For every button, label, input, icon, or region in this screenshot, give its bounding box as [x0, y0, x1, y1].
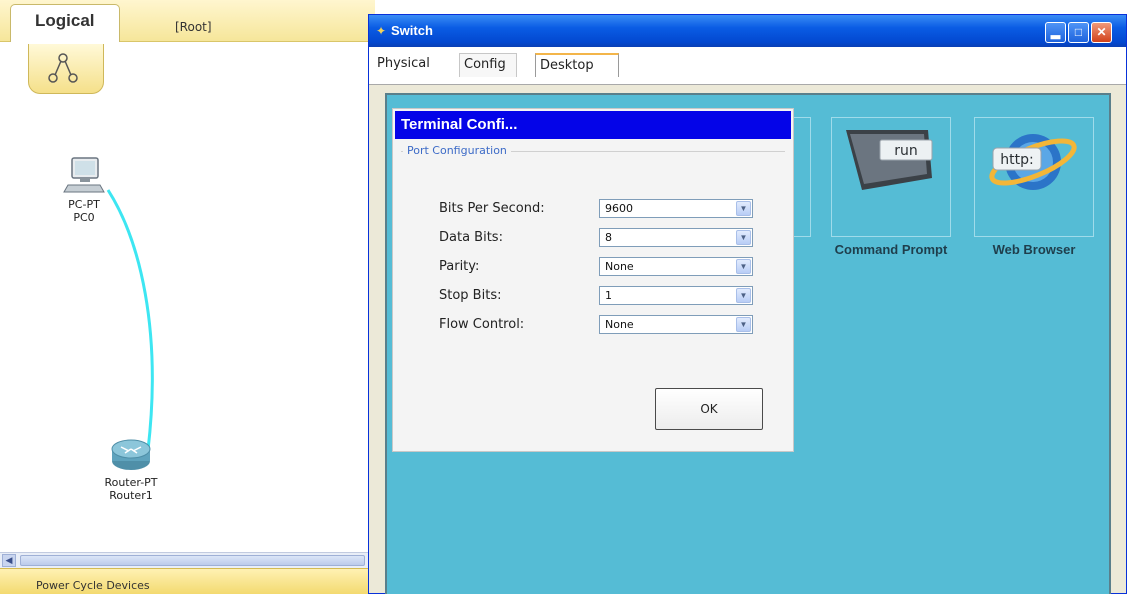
flow-control-select[interactable]: None ▼ — [599, 315, 753, 334]
bits-per-second-value: 9600 — [605, 202, 633, 215]
pc-icon — [63, 157, 105, 193]
dialog-title: Terminal Confi... — [401, 116, 518, 133]
web-browser-icon: http: — [989, 134, 1077, 190]
command-prompt-label[interactable]: Command Prompt — [826, 241, 956, 259]
ok-button[interactable]: OK — [655, 388, 763, 430]
stop-bits-select[interactable]: 1 ▼ — [599, 286, 753, 305]
workspace-statusbar: Power Cycle Devices — [0, 568, 375, 594]
field-bits-per-second: Bits Per Second: 9600 ▼ — [439, 199, 759, 219]
flow-control-value: None — [605, 318, 634, 331]
hidden-app-tile[interactable] — [791, 117, 811, 237]
router-icon — [111, 439, 151, 470]
maximize-icon: □ — [1074, 25, 1083, 39]
device-router1[interactable]: Router-PT Router1 — [95, 437, 167, 502]
data-bits-select[interactable]: 8 ▼ — [599, 228, 753, 247]
stop-bits-label: Stop Bits: — [439, 288, 502, 303]
router-name-label: Router1 — [109, 489, 153, 502]
bits-per-second-label: Bits Per Second: — [439, 201, 545, 216]
chevron-down-icon[interactable]: ▼ — [736, 230, 751, 245]
tab-physical[interactable]: Physical — [373, 53, 445, 77]
tab-config[interactable]: Config — [459, 53, 517, 77]
router-type-label: Router-PT — [104, 476, 158, 489]
tab-desktop[interactable]: Desktop — [535, 53, 619, 77]
parity-label: Parity: — [439, 259, 480, 274]
window-titlebar[interactable]: ✦ Switch ▂ □ ✕ — [369, 15, 1126, 47]
device-pc0[interactable]: PC-PT PC0 — [52, 155, 116, 224]
close-icon: ✕ — [1096, 25, 1107, 39]
field-data-bits: Data Bits: 8 ▼ — [439, 228, 759, 248]
scroll-left-icon[interactable]: ◀ — [2, 554, 16, 567]
flow-control-label: Flow Control: — [439, 317, 525, 332]
window-tabs: Physical Config Desktop — [369, 47, 1126, 85]
command-prompt-app[interactable]: run — [831, 117, 951, 237]
close-button[interactable]: ✕ — [1091, 22, 1112, 43]
scrollbar-thumb[interactable] — [20, 555, 365, 566]
web-browser-app[interactable]: http: — [974, 117, 1094, 237]
bits-per-second-select[interactable]: 9600 ▼ — [599, 199, 753, 218]
data-bits-value: 8 — [605, 231, 612, 244]
web-browser-label[interactable]: Web Browser — [969, 241, 1099, 259]
parity-value: None — [605, 260, 634, 273]
window-title: Switch — [391, 23, 433, 38]
dialog-titlebar[interactable]: Terminal Confi... — [395, 111, 791, 139]
data-bits-label: Data Bits: — [439, 230, 503, 245]
chevron-down-icon[interactable]: ▼ — [736, 201, 751, 216]
chevron-down-icon[interactable]: ▼ — [736, 288, 751, 303]
chevron-down-icon[interactable]: ▼ — [736, 317, 751, 332]
switch-app-icon: ✦ — [376, 24, 387, 38]
field-flow-control: Flow Control: None ▼ — [439, 315, 759, 335]
stop-bits-value: 1 — [605, 289, 612, 302]
minimize-icon: ▂ — [1050, 25, 1061, 39]
power-cycle-devices-button[interactable]: Power Cycle Devices — [36, 579, 150, 592]
chevron-down-icon[interactable]: ▼ — [736, 259, 751, 274]
pc-type-label: PC-PT — [68, 198, 100, 211]
logical-workspace[interactable]: Logical [Root] PC-PT PC0 Router-PT Route… — [0, 0, 375, 594]
command-prompt-icon-text: run — [894, 143, 918, 159]
field-stop-bits: Stop Bits: 1 ▼ — [439, 286, 759, 306]
field-parity: Parity: None ▼ — [439, 257, 759, 277]
cable-link[interactable] — [0, 0, 375, 594]
maximize-button[interactable]: □ — [1068, 22, 1089, 43]
terminal-config-dialog: Terminal Confi... Port Configuration Bit… — [392, 108, 794, 452]
horizontal-scrollbar[interactable]: ◀ — [0, 552, 375, 568]
web-browser-icon-text: http: — [1000, 152, 1033, 168]
port-configuration-group-title: Port Configuration — [403, 144, 511, 157]
pc-name-label: PC0 — [73, 211, 95, 224]
minimize-button[interactable]: ▂ — [1045, 22, 1066, 43]
command-prompt-icon: run — [846, 130, 933, 190]
parity-select[interactable]: None ▼ — [599, 257, 753, 276]
